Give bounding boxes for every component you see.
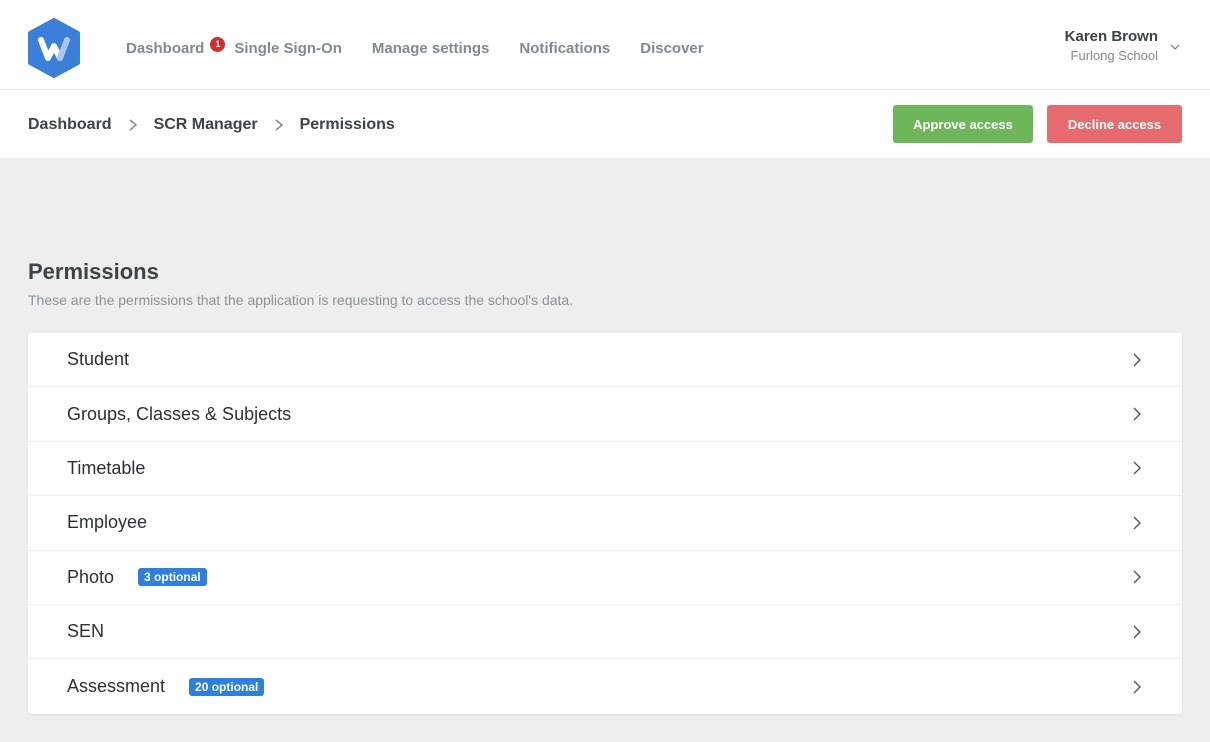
nav-manage-settings[interactable]: Manage settings [372,40,490,57]
permission-row-timetable[interactable]: Timetable [28,442,1182,497]
w-logo-icon[interactable] [26,18,82,78]
permission-label: SEN [67,621,105,642]
permission-row-assessment[interactable]: Assessment 20 optional [28,659,1182,713]
nav-notifications-label: Notifications [519,40,611,57]
breadcrumb-bar: Dashboard SCR Manager Permissions Approv… [0,90,1210,158]
nav-dashboard[interactable]: Dashboard 1 [126,37,226,57]
permissions-list: Student Groups, Classes & Subjects Timet… [28,333,1182,714]
permission-label: Photo [67,566,115,587]
permission-row-employee[interactable]: Employee [28,496,1182,551]
nav-dashboard-label: Dashboard [126,40,205,57]
page-description: These are the permissions that the appli… [28,292,574,308]
page-title: Permissions [28,259,159,284]
optional-badge: 3 optional [138,568,207,587]
chevron-right-icon [1133,680,1141,694]
nav-single-sign-on-label: Single Sign-On [234,40,342,57]
breadcrumb-dashboard[interactable]: Dashboard [28,116,112,134]
permission-row-sen[interactable]: SEN [28,605,1182,660]
approve-access-button[interactable]: Approve access [893,105,1033,143]
permission-label: Employee [67,512,148,533]
chevron-right-icon [1133,570,1141,584]
permission-label: Timetable [67,457,146,478]
nav-single-sign-on[interactable]: Single Sign-On [234,40,342,57]
chevron-right-icon [275,119,283,131]
user-school: Furlong School [1070,48,1158,63]
chevron-right-icon [129,119,137,131]
permission-row-student[interactable]: Student [28,333,1182,388]
breadcrumb-scr-manager[interactable]: SCR Manager [154,116,258,134]
main-nav: Dashboard 1 Single Sign-On Manage settin… [126,37,734,57]
user-menu[interactable]: Karen Brown Furlong School [1065,28,1158,63]
permission-label: Groups, Classes & Subjects [67,403,292,424]
permission-label: Assessment [67,676,166,697]
permission-row-groups[interactable]: Groups, Classes & Subjects [28,387,1182,442]
chevron-right-icon [1133,461,1141,475]
nav-discover-label: Discover [640,40,704,57]
nav-manage-settings-label: Manage settings [371,40,490,57]
user-name: Karen Brown [1064,28,1158,45]
chevron-right-icon [1133,516,1141,530]
chevron-down-icon[interactable] [1170,42,1180,52]
chevron-right-icon [1133,407,1141,421]
breadcrumb: Dashboard SCR Manager Permissions [28,116,395,134]
nav-notifications[interactable]: Notifications [519,40,610,57]
chevron-right-icon [1133,353,1141,367]
breadcrumb-permissions: Permissions [299,116,395,133]
top-nav-bar: Dashboard 1 Single Sign-On Manage settin… [0,0,1210,90]
decline-access-button[interactable]: Decline access [1047,105,1182,143]
permission-row-photo[interactable]: Photo 3 optional [28,551,1182,605]
chevron-right-icon [1133,625,1141,639]
notification-badge: 1 [210,37,226,52]
nav-discover[interactable]: Discover [640,40,703,57]
permission-label: Student [67,349,130,370]
optional-badge: 20 optional [189,677,265,696]
